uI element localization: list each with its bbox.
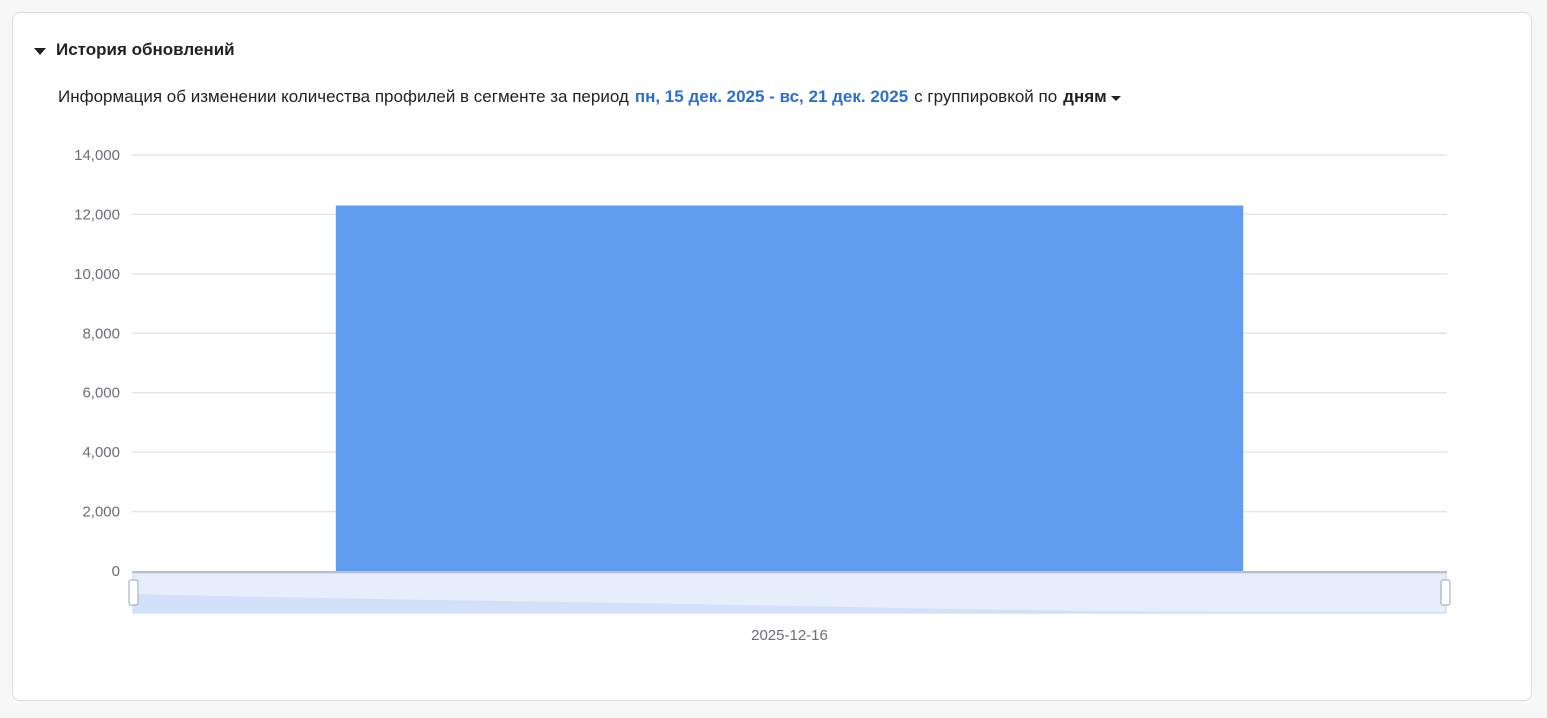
y-tick-label: 12,000 xyxy=(74,206,120,223)
profiles-bar-chart: 14,00012,00010,0008,0006,0004,0002,0000 … xyxy=(74,147,1451,644)
zoom-handle-right[interactable] xyxy=(1440,579,1451,606)
y-tick-label: 4,000 xyxy=(82,444,120,461)
x-axis-ticks: 2025-12-16 xyxy=(751,627,828,644)
y-tick-label: 8,000 xyxy=(82,325,120,342)
y-tick-label: 2,000 xyxy=(82,504,120,521)
y-tick-label: 14,000 xyxy=(74,147,120,164)
zoom-handle-left[interactable] xyxy=(128,579,139,606)
bars xyxy=(335,205,1244,571)
y-tick-label: 6,000 xyxy=(82,385,120,402)
y-tick-label: 10,000 xyxy=(74,266,120,283)
y-tick-label: 0 xyxy=(112,563,120,580)
data-zoom-slider[interactable] xyxy=(128,572,1451,614)
bar-2025-12-16[interactable] xyxy=(335,205,1244,571)
x-tick-label: 2025-12-16 xyxy=(751,627,828,644)
y-axis-ticks: 14,000 12,000 10,000 8,000 6,000 4,000 2,000 0 xyxy=(74,147,120,580)
